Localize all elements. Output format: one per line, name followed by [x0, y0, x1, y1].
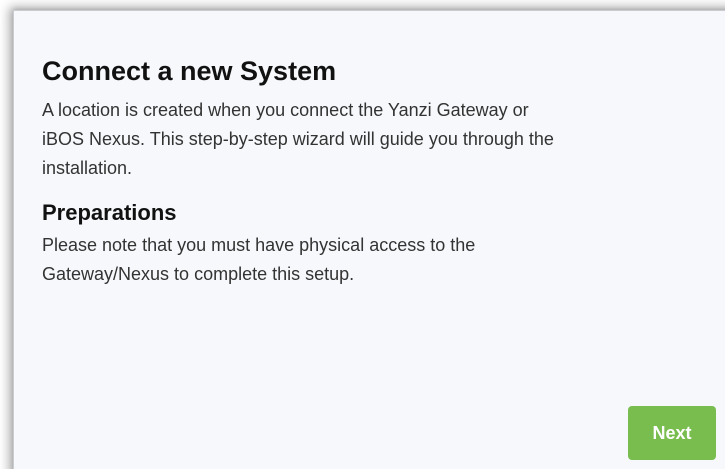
intro-text: A location is created when you connect t…: [42, 96, 682, 183]
next-button[interactable]: Next: [628, 406, 716, 460]
preparations-title: Preparations: [42, 200, 177, 225]
intro-line-2: iBOS Nexus. This step-by-step wizard wil…: [42, 129, 554, 149]
wizard-content: Connect a new System A location is creat…: [42, 55, 682, 289]
intro-line-3: installation.: [42, 158, 133, 178]
preparations-line-2: Gateway/Nexus to complete this setup.: [42, 264, 355, 284]
wizard-dialog: Connect a new System A location is creat…: [13, 10, 725, 469]
preparations-text: Please note that you must have physical …: [42, 231, 682, 289]
dialog-title: Connect a new System: [42, 56, 337, 86]
preparations-line-1: Please note that you must have physical …: [42, 235, 476, 255]
intro-line-1: A location is created when you connect t…: [42, 100, 529, 120]
